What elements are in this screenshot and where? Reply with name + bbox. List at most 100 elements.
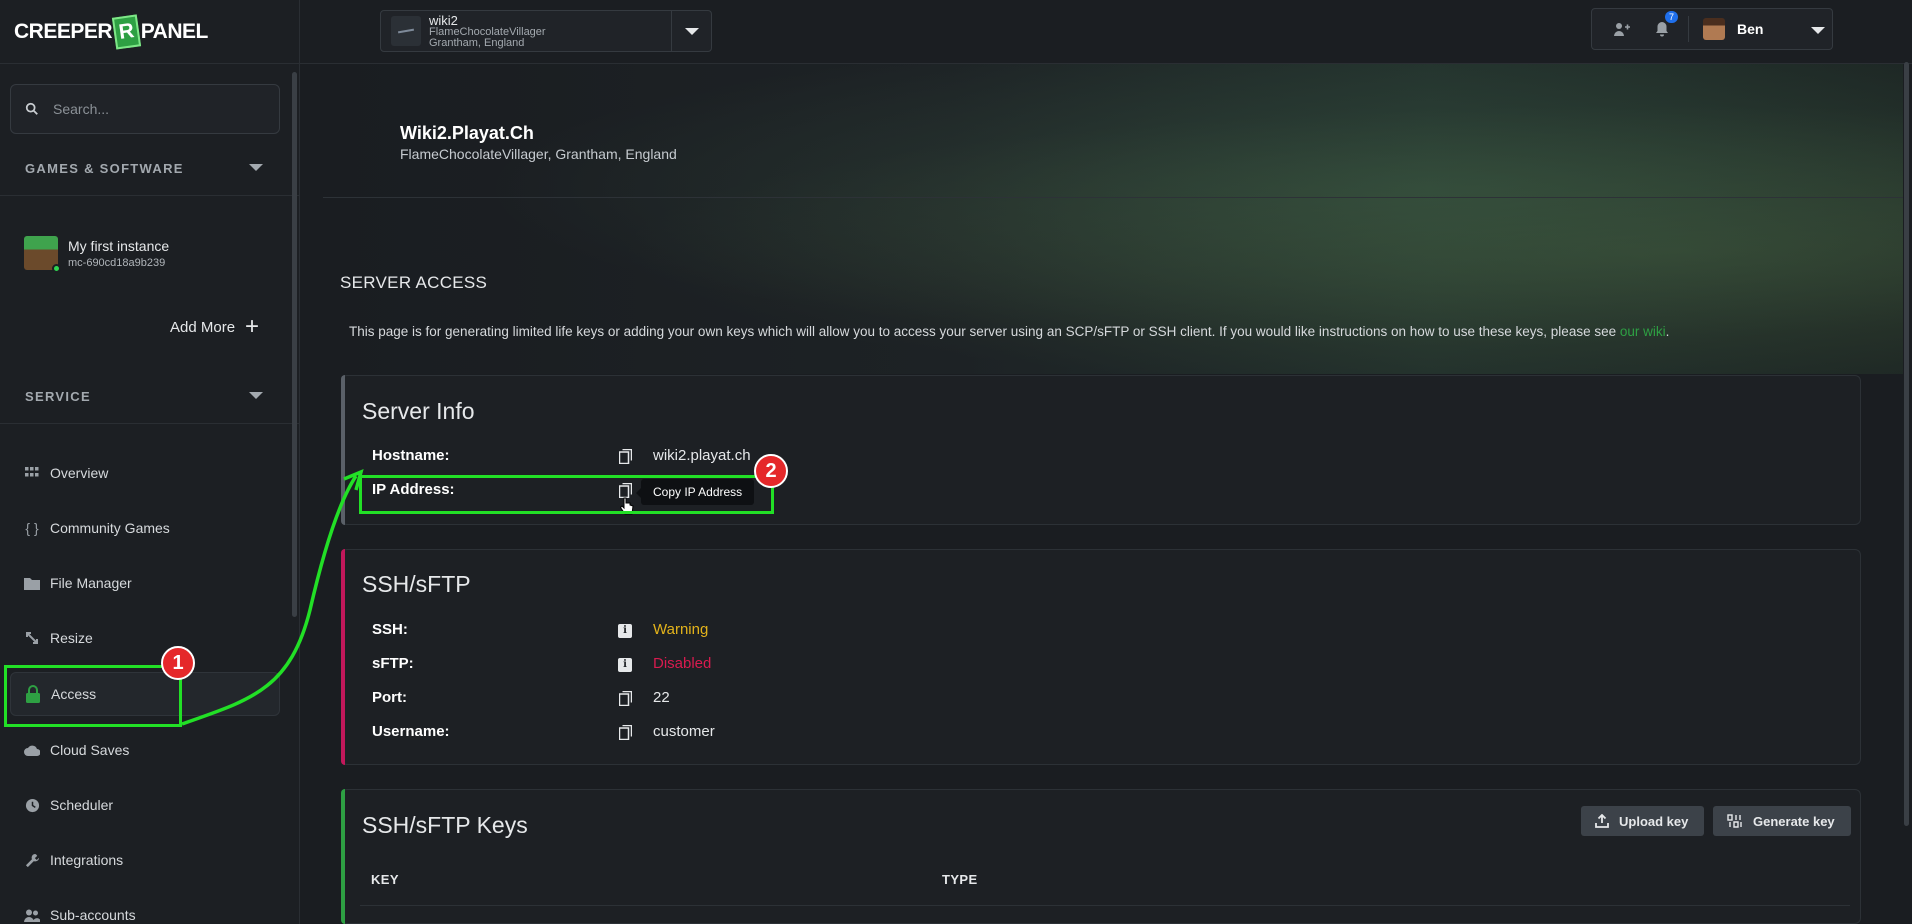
minecraft-grass-block-icon — [24, 236, 61, 273]
sidebar-item-sub-accounts[interactable]: Sub-accounts — [10, 893, 280, 924]
sidebar-item-label: Resize — [50, 630, 93, 646]
our-wiki-link[interactable]: our wiki — [1620, 324, 1666, 339]
divider — [360, 905, 1850, 906]
step-badge-2: 2 — [754, 454, 788, 488]
copy-icon[interactable] — [618, 449, 632, 464]
hostname-label: Hostname: — [372, 447, 450, 464]
logo-creeper-icon: R — [111, 14, 141, 50]
sidebar-item-resize[interactable]: Resize — [10, 616, 280, 660]
search-icon — [25, 102, 38, 115]
divider — [0, 423, 300, 424]
divider — [0, 63, 300, 64]
col-key-header: KEY — [371, 872, 399, 887]
sidebar-item-label: Overview — [50, 465, 109, 481]
wrench-icon — [24, 852, 40, 868]
section-heading: SERVER ACCESS — [340, 273, 488, 292]
intro-text: This page is for generating limited life… — [349, 324, 1669, 339]
sidebar-item-integrations[interactable]: Integrations — [10, 838, 280, 882]
step-badge-1: 1 — [161, 646, 195, 680]
port-label: Port: — [372, 689, 407, 706]
search-box[interactable] — [10, 84, 280, 134]
card-title: SSH/sFTP Keys — [362, 812, 528, 838]
server-select-name: wiki2 — [429, 12, 458, 28]
divider — [323, 197, 1903, 198]
sidebar-scrollbar[interactable] — [292, 72, 297, 617]
search-input[interactable] — [53, 101, 253, 117]
upload-icon — [1595, 814, 1609, 828]
server-selector-dropdown[interactable]: wiki2 FlameChocolateVillager Grantham, E… — [380, 10, 712, 52]
sidebar-item-file-manager[interactable]: File Manager — [10, 561, 280, 605]
card-accent — [341, 789, 345, 924]
sidebar-item-label: Community Games — [50, 520, 170, 536]
sidebar-item-cloud-saves[interactable]: Cloud Saves — [10, 728, 280, 772]
main-scrollbar[interactable] — [1904, 62, 1909, 826]
ssh-status: Warning — [653, 621, 709, 638]
sidebar-item-label: Sub-accounts — [50, 907, 136, 923]
sidebar-item-scheduler[interactable]: Scheduler — [10, 783, 280, 827]
card-title: Server Info — [362, 398, 475, 424]
creeperpanel-logo[interactable]: CREEPER R PANEL — [14, 8, 208, 56]
games-chevron-down-icon[interactable] — [249, 164, 263, 171]
hostname-value: wiki2.playat.ch — [653, 447, 751, 464]
users-icon — [24, 907, 40, 923]
service-heading: SERVICE — [25, 389, 91, 404]
sftp-status: Disabled — [653, 655, 712, 672]
plus-icon: + — [245, 313, 260, 340]
sidebar-item-label: Cloud Saves — [50, 742, 130, 758]
upload-key-button[interactable]: Upload key — [1581, 806, 1705, 836]
clock-icon — [24, 797, 40, 813]
server-select-sub1: FlameChocolateVillager — [429, 25, 546, 38]
info-icon[interactable]: i — [618, 657, 632, 672]
page-subtitle: FlameChocolateVillager, Grantham, Englan… — [400, 146, 677, 162]
bell-icon[interactable]: 7 — [1652, 11, 1678, 39]
games-software-heading: GAMES & SOFTWARE — [25, 161, 184, 176]
divider — [0, 195, 300, 196]
sidebar-item-community-games[interactable]: { } Community Games — [10, 506, 280, 550]
port-value: 22 — [653, 689, 670, 706]
server-thumbnail — [391, 16, 421, 46]
add-more-button[interactable]: Add More + — [170, 313, 259, 341]
resize-icon — [24, 630, 40, 646]
add-more-label: Add More — [170, 318, 236, 336]
annotation-box-ip-address — [359, 475, 774, 514]
user-name: Ben — [1737, 21, 1764, 37]
sftp-label: sFTP: — [372, 655, 414, 672]
sidebar-item-label: Integrations — [50, 852, 124, 868]
online-status-dot — [52, 264, 61, 273]
binary-icon — [1727, 814, 1742, 828]
chevron-down-icon[interactable] — [671, 11, 711, 51]
logo-text-left: CREEPER — [14, 20, 113, 43]
ssh-label: SSH: — [372, 621, 408, 638]
intro-end: . — [1665, 324, 1670, 339]
service-chevron-down-icon[interactable] — [249, 392, 263, 399]
generate-key-button[interactable]: Generate key — [1713, 806, 1851, 836]
sidebar-item-label: File Manager — [50, 575, 132, 591]
upload-key-label: Upload key — [1619, 813, 1689, 829]
generate-key-label: Generate key — [1753, 813, 1835, 829]
server-select-sub2: Grantham, England — [429, 36, 525, 49]
user-menu[interactable]: 7 Ben — [1591, 8, 1833, 50]
avatar — [1703, 18, 1725, 40]
sidebar-item-label: Scheduler — [50, 797, 114, 813]
instance-item[interactable]: My first instance mc-690cd18a9b239 — [24, 236, 170, 273]
sidebar-item-overview[interactable]: Overview — [10, 451, 280, 495]
folder-icon — [24, 575, 40, 591]
ssh-sftp-card: SSH/sFTP SSH: i Warning sFTP: i Disabled… — [341, 549, 1861, 765]
grid-icon — [24, 465, 40, 481]
sidebar: CREEPERRPANEL GAMES & SOFTWARE My first … — [0, 0, 300, 924]
card-accent — [341, 375, 345, 525]
friends-icon[interactable] — [1612, 19, 1632, 39]
divider — [1688, 16, 1689, 42]
copy-icon[interactable] — [618, 725, 632, 740]
intro-body: This page is for generating limited life… — [349, 324, 1620, 339]
instance-id: mc-690cd18a9b239 — [68, 256, 166, 269]
username-label: Username: — [372, 723, 450, 740]
page-title: Wiki2.Playat.Ch — [400, 123, 534, 143]
instance-name: My first instance — [68, 237, 170, 254]
copy-icon[interactable] — [618, 691, 632, 706]
logo-text-right: PANEL — [140, 20, 209, 43]
user-chevron-down-icon[interactable] — [1811, 27, 1825, 34]
info-icon[interactable]: i — [618, 623, 632, 638]
braces-icon: { } — [25, 520, 39, 536]
card-accent — [341, 549, 345, 765]
